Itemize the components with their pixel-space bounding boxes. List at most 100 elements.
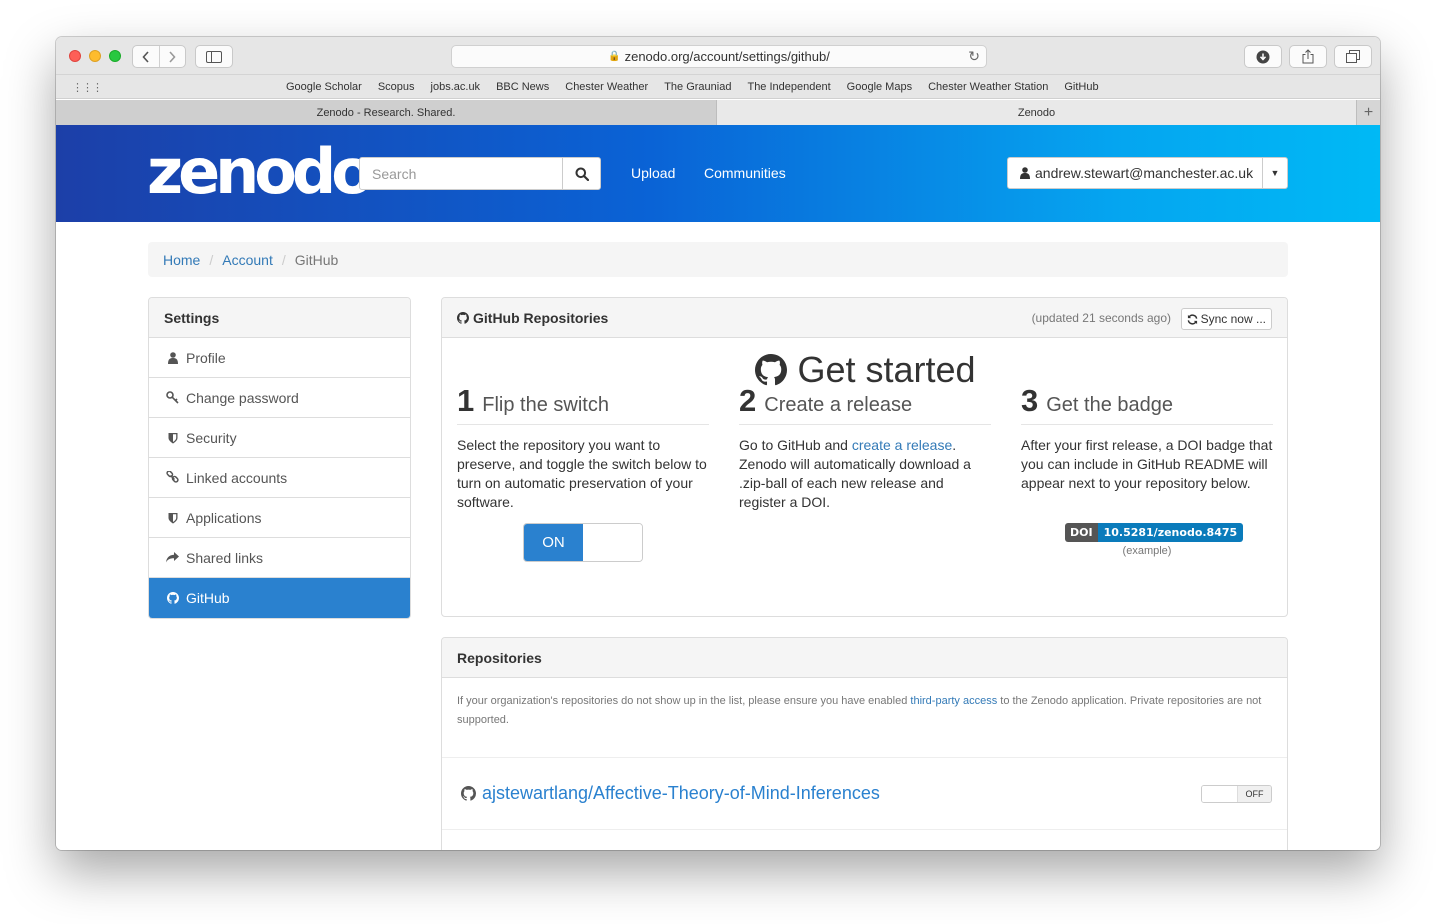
bookmark-item[interactable]: GitHub <box>1064 81 1098 93</box>
upload-link[interactable]: Upload <box>631 165 675 181</box>
sidebar-item-profile[interactable]: Profile <box>149 338 410 378</box>
create-release-link[interactable]: create a release <box>852 437 952 453</box>
bookmark-item[interactable]: Chester Weather Station <box>928 81 1048 93</box>
breadcrumb-separator: / <box>209 251 214 268</box>
downloads-button[interactable] <box>1244 45 1282 68</box>
tab-strip: Zenodo - Research. Shared. Zenodo + <box>56 100 1380 125</box>
breadcrumb-separator: / <box>281 251 286 268</box>
step-number: 1 <box>457 383 475 418</box>
sidebar-item-shared-links[interactable]: Shared links <box>149 538 410 578</box>
panel-title: GitHub Repositories <box>473 309 609 326</box>
step-3: 3 Get the badge After your first release… <box>1021 382 1273 493</box>
toggle-off-label: OFF <box>1238 786 1271 802</box>
github-icon <box>166 592 179 604</box>
third-party-access-link[interactable]: third-party access <box>910 695 997 707</box>
breadcrumb-current: GitHub <box>294 251 339 268</box>
step-body: After your first release, a DOI badge th… <box>1021 437 1273 491</box>
repository-row: ajstewartlang/Affective-Theory-of-Mind-I… <box>442 758 1287 830</box>
minimize-window-button[interactable] <box>89 50 101 62</box>
share-button[interactable] <box>1289 45 1327 68</box>
step-title: Create a release <box>764 394 913 416</box>
sidebar-item-label: Security <box>186 429 237 446</box>
link-icon <box>166 471 179 484</box>
sidebar-title: Settings <box>149 298 410 338</box>
zenodo-logo[interactable]: zenodo <box>147 137 374 207</box>
sync-now-button[interactable]: Sync now ... <box>1180 308 1272 330</box>
sidebar-item-applications[interactable]: Applications <box>149 498 410 538</box>
lock-icon: 🔒 <box>608 51 621 62</box>
repository-toggle-switch[interactable]: OFF <box>1201 785 1272 803</box>
bookmark-item[interactable]: Google Scholar <box>286 81 362 93</box>
panel-heading: Repositories <box>442 638 1287 678</box>
refresh-icon <box>1187 314 1197 324</box>
step-number: 2 <box>739 383 757 418</box>
bookmark-item[interactable]: BBC News <box>496 81 549 93</box>
repository-name-link[interactable]: ajstewartlang/Affective-Theory-of-Mind-I… <box>482 783 880 804</box>
sidebar-item-github[interactable]: GitHub <box>149 578 410 618</box>
breadcrumb-home[interactable]: Home <box>163 252 200 268</box>
bookmark-item[interactable]: jobs.ac.uk <box>431 81 481 93</box>
search-input[interactable] <box>360 158 562 189</box>
bookmark-item[interactable]: Scopus <box>378 81 415 93</box>
breadcrumb: Home / Account / GitHub <box>148 242 1288 277</box>
step-title: Get the badge <box>1046 394 1174 416</box>
sidebar-toggle-button[interactable] <box>195 45 233 68</box>
search-icon <box>575 167 589 181</box>
toggle-on-label: ON <box>524 524 583 561</box>
github-icon <box>461 786 476 801</box>
browser-window: 🔒 zenodo.org/account/settings/github/ ↻ … <box>56 37 1380 850</box>
reload-icon[interactable]: ↻ <box>968 48 980 65</box>
zoom-window-button[interactable] <box>109 50 121 62</box>
bookmark-item[interactable]: Google Maps <box>847 81 912 93</box>
user-icon <box>166 351 179 364</box>
tabs-icon <box>1346 50 1360 63</box>
sync-now-label: Sync now ... <box>1200 312 1266 326</box>
example-toggle-switch[interactable]: ON <box>523 523 643 562</box>
toggle-off-area <box>583 524 642 561</box>
repositories-panel: Repositories If your organization's repo… <box>441 637 1288 850</box>
shield-icon <box>166 512 179 524</box>
user-email: andrew.stewart@manchester.ac.uk <box>1035 165 1254 181</box>
search-form <box>359 157 601 190</box>
address-bar[interactable]: 🔒 zenodo.org/account/settings/github/ ↻ <box>451 45 987 68</box>
step-body: Go to GitHub and create a release. Zenod… <box>739 436 991 512</box>
tab-zenodo[interactable]: Zenodo <box>717 100 1356 125</box>
back-button[interactable] <box>133 46 160 67</box>
new-tab-button[interactable]: + <box>1356 100 1380 125</box>
updated-timestamp: (updated 21 seconds ago) <box>1031 311 1171 325</box>
sidebar-item-label: Linked accounts <box>186 469 288 486</box>
doi-badge-value: 10.5281/zenodo.8475 <box>1097 523 1244 542</box>
bookmark-item[interactable]: The Grauniad <box>664 81 731 93</box>
step-1: 1 Flip the switch Select the repository … <box>457 382 709 512</box>
toggle-handle <box>1202 786 1238 802</box>
browser-toolbar: 🔒 zenodo.org/account/settings/github/ ↻ <box>56 37 1380 75</box>
sidebar-item-security[interactable]: Security <box>149 418 410 458</box>
bookmarks-bar: ⋮⋮⋮ Google Scholar Scopus jobs.ac.uk BBC… <box>56 75 1380 99</box>
tabs-overview-button[interactable] <box>1334 45 1372 68</box>
step-heading: 3 Get the badge <box>1021 382 1273 425</box>
history-nav <box>132 45 186 68</box>
step-body: Select the repository you want to preser… <box>457 437 707 510</box>
tab-zenodo-research[interactable]: Zenodo - Research. Shared. <box>56 100 717 125</box>
user-menu-button[interactable]: andrew.stewart@manchester.ac.uk ▼ <box>1007 157 1288 189</box>
repositories-notice: If your organization's repositories do n… <box>442 678 1287 758</box>
github-repositories-panel: GitHub Repositories (updated 21 seconds … <box>441 297 1288 617</box>
doi-badge: DOI 10.5281/zenodo.8475 <box>1065 523 1244 542</box>
search-button[interactable] <box>562 158 600 189</box>
breadcrumb-account[interactable]: Account <box>222 252 273 268</box>
sidebar-item-change-password[interactable]: Change password <box>149 378 410 418</box>
share-icon <box>1302 49 1314 64</box>
sidebar-icon <box>206 50 222 63</box>
close-window-button[interactable] <box>69 50 81 62</box>
step-heading: 2 Create a release <box>739 382 991 425</box>
chevron-right-icon <box>169 50 176 63</box>
bookmark-item[interactable]: The Independent <box>747 81 830 93</box>
forward-button[interactable] <box>160 46 186 67</box>
communities-link[interactable]: Communities <box>704 165 786 181</box>
sidebar-item-label: Change password <box>186 389 299 406</box>
apps-grid-icon[interactable]: ⋮⋮⋮ <box>72 81 103 94</box>
sidebar-item-label: GitHub <box>186 590 230 606</box>
caret-down-icon[interactable]: ▼ <box>1262 158 1287 188</box>
sidebar-item-linked-accounts[interactable]: Linked accounts <box>149 458 410 498</box>
bookmark-item[interactable]: Chester Weather <box>565 81 648 93</box>
